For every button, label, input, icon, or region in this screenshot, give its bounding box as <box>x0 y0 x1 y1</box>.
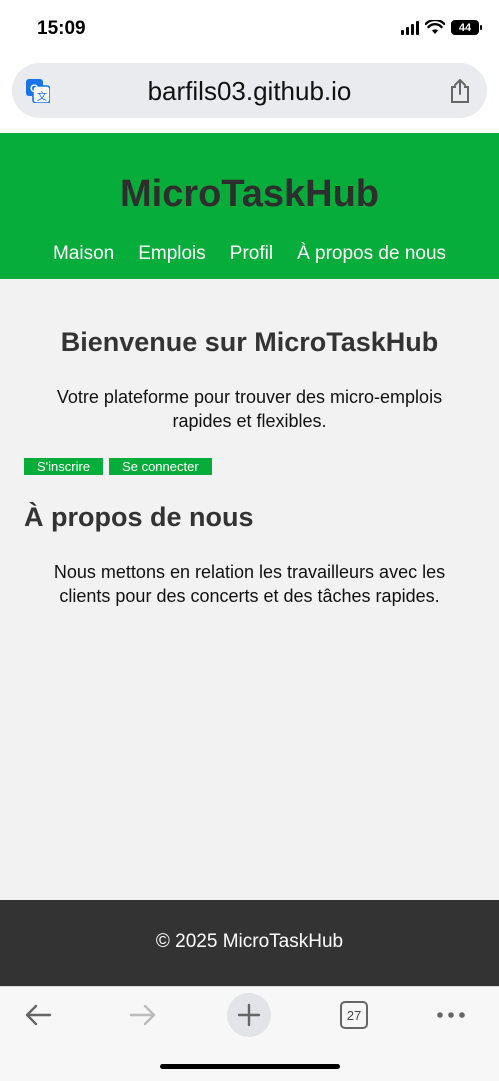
arrow-left-icon <box>25 1004 52 1026</box>
about-title: À propos de nous <box>24 502 254 532</box>
site-title: MicroTaskHub <box>119 173 379 215</box>
signup-button[interactable]: S'inscrire <box>24 458 104 475</box>
home-indicator[interactable] <box>160 1064 340 1069</box>
url-text[interactable]: barfils03.github.io <box>12 76 487 107</box>
welcome-text: Votre plateforme pour trouver des micro-… <box>56 387 443 431</box>
battery-icon: 44 <box>451 20 482 35</box>
welcome-title: Bienvenue sur MicroTaskHub <box>60 327 439 357</box>
nav-link-maison[interactable]: Maison <box>53 243 114 265</box>
nav-link-emplois[interactable]: Emplois <box>138 243 206 265</box>
footer-copyright: © 2025 MicroTaskHub <box>155 931 344 952</box>
status-bar: 15:09 44 <box>0 0 499 60</box>
more-menu-button[interactable] <box>429 993 473 1037</box>
status-time: 15:09 <box>37 18 86 39</box>
status-icons: 44 <box>401 20 482 35</box>
tab-count: 27 <box>340 1001 368 1029</box>
login-button[interactable]: Se connecter <box>109 458 212 475</box>
nav-link-a-propos[interactable]: À propos de nous <box>297 243 446 265</box>
site-header: MicroTaskHub Maison Emplois Profil À pro… <box>0 133 499 279</box>
nav-link-profil[interactable]: Profil <box>230 243 273 265</box>
back-button[interactable] <box>16 993 60 1037</box>
new-tab-button[interactable] <box>227 993 271 1037</box>
site-footer: © 2025 MicroTaskHub <box>0 900 499 986</box>
main-content: Bienvenue sur MicroTaskHub Votre platefo… <box>0 279 499 900</box>
forward-button[interactable] <box>121 993 165 1037</box>
arrow-right-icon <box>129 1004 156 1026</box>
more-dots-icon <box>437 1012 465 1018</box>
share-icon[interactable] <box>449 78 471 104</box>
site-nav: Maison Emplois Profil À propos de nous <box>0 243 499 265</box>
cellular-signal-icon <box>401 20 419 35</box>
auth-buttons: S'inscrire Se connecter <box>24 458 212 475</box>
about-text: Nous mettons en relation les travailleur… <box>53 562 446 606</box>
tab-switcher-button[interactable]: 27 <box>332 993 376 1037</box>
plus-icon <box>237 1003 261 1027</box>
address-bar[interactable]: G 文 barfils03.github.io <box>12 63 487 118</box>
wifi-icon <box>425 20 445 34</box>
